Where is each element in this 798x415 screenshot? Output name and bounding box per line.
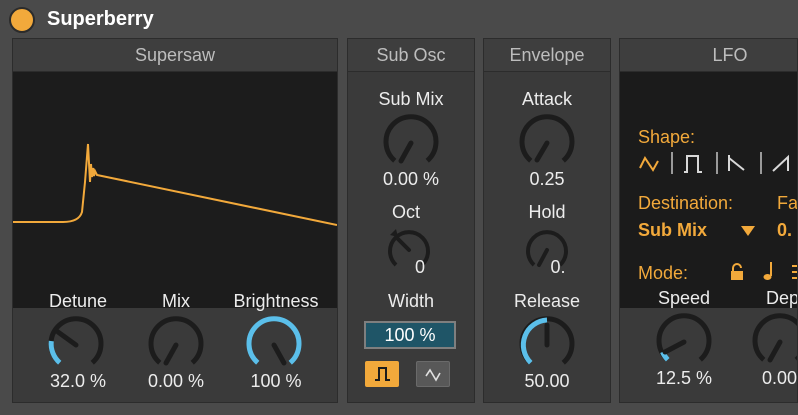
shape-divider — [716, 152, 718, 174]
width-label: Width — [387, 291, 434, 311]
shape-divider — [671, 152, 673, 174]
sub-osc-title: Sub Osc — [348, 39, 474, 72]
supersaw-title: Supersaw — [13, 39, 337, 72]
mix-value: 0.00 % — [147, 371, 205, 391]
hold-label: Hold — [528, 202, 566, 222]
lfo-shape-ramp[interactable] — [770, 152, 792, 174]
width-number-box[interactable]: 100 % — [364, 321, 456, 349]
brightness-value: 100 % — [250, 371, 302, 391]
waveform-graph — [13, 143, 338, 226]
attack-value: 0.25 — [529, 169, 565, 189]
note-icon[interactable] — [760, 260, 778, 282]
destination-value[interactable]: Sub Mix — [638, 220, 707, 241]
sub-mix-label: Sub Mix — [378, 89, 444, 109]
shape-divider — [760, 152, 762, 174]
mix-label: Mix — [162, 291, 190, 311]
triangle-wave-button[interactable] — [416, 361, 450, 387]
oct-label: Oct — [391, 202, 420, 222]
shape-label: Shape: — [638, 127, 696, 147]
attack-knob[interactable] — [517, 113, 577, 173]
detune-value: 32.0 % — [49, 371, 107, 391]
lfo-title: LFO — [620, 39, 797, 72]
mode-label: Mode: — [638, 263, 689, 283]
hold-value: 0. — [550, 257, 566, 277]
supersaw-panel: Supersaw Detune 32.0 % Mix 0.00 % Bright… — [12, 38, 338, 403]
sync-icon[interactable] — [790, 262, 798, 282]
depth-value: 0.00 % — [761, 368, 798, 388]
depth-label: Depth — [765, 288, 798, 308]
supersaw-waveform — [13, 143, 338, 226]
destination-dropdown-icon[interactable] — [740, 225, 756, 237]
lfo-shape-square[interactable] — [682, 152, 704, 174]
detune-knob[interactable] — [46, 315, 106, 375]
sub-osc-panel: Sub Osc Sub Mix 0.00 % Oct 0 Width 100 % — [347, 38, 475, 403]
detune-label: Detune — [48, 291, 108, 311]
device-title: Superberry — [47, 8, 154, 30]
lfo-shape-triangle[interactable] — [638, 152, 660, 174]
fade-label: Fa — [777, 193, 798, 213]
depth-knob[interactable] — [750, 312, 798, 372]
oct-value: 0 — [414, 257, 425, 277]
lock-icon[interactable] — [727, 262, 747, 282]
sub-mix-value: 0.00 % — [382, 169, 440, 189]
lfo-panel: LFO Shape: Destination: Fa Sub Mix 0. Mo… — [619, 38, 798, 403]
attack-label: Attack — [521, 89, 573, 109]
lfo-settings: Shape: Destination: Fa Sub Mix 0. Mode: — [620, 72, 798, 308]
envelope-title: Envelope — [484, 39, 610, 72]
square-wave-button[interactable] — [365, 361, 399, 387]
brightness-label: Brightness — [233, 291, 319, 311]
speed-label: Speed — [657, 288, 711, 308]
release-value: 50.00 — [524, 371, 570, 391]
speed-value: 12.5 % — [655, 368, 713, 388]
device-power-button[interactable] — [9, 7, 35, 33]
fade-value[interactable]: 0. — [777, 220, 792, 241]
sub-mix-knob[interactable] — [381, 113, 441, 173]
waveform-display — [13, 72, 338, 308]
release-knob[interactable] — [517, 315, 577, 375]
lfo-shape-saw[interactable] — [726, 152, 748, 174]
mix-knob[interactable] — [146, 315, 206, 375]
brightness-knob[interactable] — [244, 315, 304, 375]
envelope-panel: Envelope Attack 0.25 Hold 0. Release 50.… — [483, 38, 611, 403]
destination-label: Destination: — [638, 193, 734, 213]
square-wave-icon — [375, 367, 390, 381]
release-label: Release — [513, 291, 581, 311]
title-bar: Superberry — [0, 0, 798, 36]
speed-knob[interactable] — [654, 312, 714, 372]
triangle-wave-icon — [425, 368, 441, 382]
